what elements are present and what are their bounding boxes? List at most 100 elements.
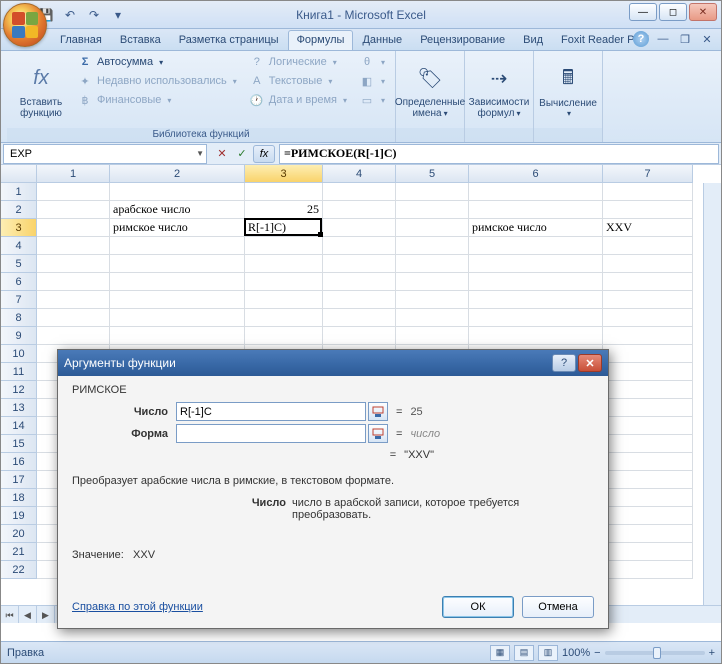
column-header[interactable]: 2 <box>110 165 245 183</box>
cell[interactable] <box>396 291 469 309</box>
dialog-titlebar[interactable]: Аргументы функции ? ✕ <box>58 350 608 376</box>
insert-function-button[interactable]: fx Вставить функцию <box>13 53 69 128</box>
collapse-dialog-icon-2[interactable] <box>368 424 388 443</box>
cell[interactable] <box>469 237 603 255</box>
tab-view[interactable]: Вид <box>514 30 552 50</box>
cell[interactable] <box>469 183 603 201</box>
cell[interactable] <box>245 309 323 327</box>
cell[interactable] <box>323 327 396 345</box>
cell[interactable] <box>323 183 396 201</box>
tab-page-layout[interactable]: Разметка страницы <box>170 30 288 50</box>
row-header[interactable]: 4 <box>1 237 37 255</box>
cell[interactable] <box>37 327 110 345</box>
name-box[interactable]: EXP ▼ <box>3 144 207 164</box>
cell[interactable] <box>603 525 693 543</box>
view-page-break-icon[interactable]: ▥ <box>538 645 558 661</box>
tab-insert[interactable]: Вставка <box>111 30 170 50</box>
more-functions-button3[interactable]: ▭▾ <box>355 91 389 109</box>
vertical-scrollbar[interactable] <box>703 183 721 605</box>
row-header[interactable]: 19 <box>1 507 37 525</box>
cell[interactable] <box>245 183 323 201</box>
enter-formula-icon[interactable]: ✓ <box>233 145 251 163</box>
cell[interactable] <box>603 399 693 417</box>
cell[interactable] <box>603 417 693 435</box>
cell[interactable] <box>323 291 396 309</box>
row-header[interactable]: 6 <box>1 273 37 291</box>
zoom-percent[interactable]: 100% <box>562 647 590 659</box>
tab-data[interactable]: Данные <box>353 30 411 50</box>
row-header[interactable]: 20 <box>1 525 37 543</box>
tab-formulas[interactable]: Формулы <box>288 30 354 50</box>
arg2-input[interactable] <box>176 424 366 443</box>
tab-home[interactable]: Главная <box>51 30 111 50</box>
cell[interactable] <box>603 309 693 327</box>
cell[interactable] <box>37 201 110 219</box>
formula-auditing-button[interactable]: ⇢ Зависимости формул▾ <box>471 53 527 128</box>
cell[interactable]: 25 <box>245 201 323 219</box>
arg1-input[interactable] <box>176 402 366 421</box>
view-normal-icon[interactable]: ▦ <box>490 645 510 661</box>
cell[interactable] <box>110 309 245 327</box>
row-header[interactable]: 15 <box>1 435 37 453</box>
row-header[interactable]: 8 <box>1 309 37 327</box>
function-help-link[interactable]: Справка по этой функции <box>72 601 203 613</box>
cell[interactable] <box>323 309 396 327</box>
row-header[interactable]: 10 <box>1 345 37 363</box>
cell[interactable] <box>110 273 245 291</box>
cell[interactable] <box>396 309 469 327</box>
ok-button[interactable]: ОК <box>442 596 514 618</box>
cell[interactable] <box>37 291 110 309</box>
fx-button[interactable]: fx <box>253 145 275 163</box>
cell[interactable] <box>469 309 603 327</box>
cell[interactable] <box>396 327 469 345</box>
cell[interactable]: XXV <box>603 219 693 237</box>
workbook-close-icon[interactable]: ✕ <box>699 31 715 47</box>
maximize-button[interactable]: ◻ <box>659 3 687 21</box>
cell[interactable] <box>110 327 245 345</box>
column-header[interactable]: 5 <box>396 165 469 183</box>
cell[interactable] <box>603 561 693 579</box>
dialog-help-button[interactable]: ? <box>552 354 576 372</box>
tab-review[interactable]: Рецензирование <box>411 30 514 50</box>
cell[interactable] <box>603 471 693 489</box>
row-header[interactable]: 11 <box>1 363 37 381</box>
row-header[interactable]: 2 <box>1 201 37 219</box>
cell[interactable] <box>603 273 693 291</box>
cell[interactable] <box>396 273 469 291</box>
cell[interactable] <box>396 219 469 237</box>
row-header[interactable]: 9 <box>1 327 37 345</box>
row-header[interactable]: 14 <box>1 417 37 435</box>
row-header[interactable]: 12 <box>1 381 37 399</box>
cell[interactable] <box>396 255 469 273</box>
logical-button[interactable]: ?Логические▾ <box>245 53 351 71</box>
cell[interactable] <box>469 255 603 273</box>
cell[interactable] <box>37 255 110 273</box>
cell[interactable] <box>110 291 245 309</box>
row-header[interactable]: 5 <box>1 255 37 273</box>
help-icon[interactable]: ? <box>633 31 649 47</box>
row-header[interactable]: 7 <box>1 291 37 309</box>
sheet-nav-prev-icon[interactable]: ◀ <box>19 606 37 623</box>
column-header[interactable]: 3 <box>245 165 323 183</box>
cell[interactable] <box>323 237 396 255</box>
autosum-button[interactable]: ΣАвтосумма▾ <box>73 53 241 71</box>
cell[interactable] <box>396 183 469 201</box>
financial-button[interactable]: ฿Финансовые▾ <box>73 91 241 109</box>
text-button[interactable]: AТекстовые▾ <box>245 72 351 90</box>
cell[interactable] <box>37 237 110 255</box>
cell[interactable] <box>37 219 110 237</box>
column-header[interactable]: 6 <box>469 165 603 183</box>
sheet-nav-next-icon[interactable]: ▶ <box>37 606 55 623</box>
cell[interactable] <box>245 237 323 255</box>
cell[interactable] <box>603 453 693 471</box>
redo-icon[interactable]: ↷ <box>85 6 103 24</box>
close-button[interactable]: ✕ <box>689 3 717 21</box>
cell[interactable] <box>245 255 323 273</box>
workbook-restore-icon[interactable]: ❐ <box>677 31 693 47</box>
cell[interactable] <box>469 273 603 291</box>
qat-customize-icon[interactable]: ▾ <box>109 6 127 24</box>
cell[interactable] <box>37 309 110 327</box>
row-header[interactable]: 1 <box>1 183 37 201</box>
formula-input[interactable]: =РИМСКОЕ(R[-1]C) <box>279 144 719 164</box>
cell[interactable] <box>469 201 603 219</box>
